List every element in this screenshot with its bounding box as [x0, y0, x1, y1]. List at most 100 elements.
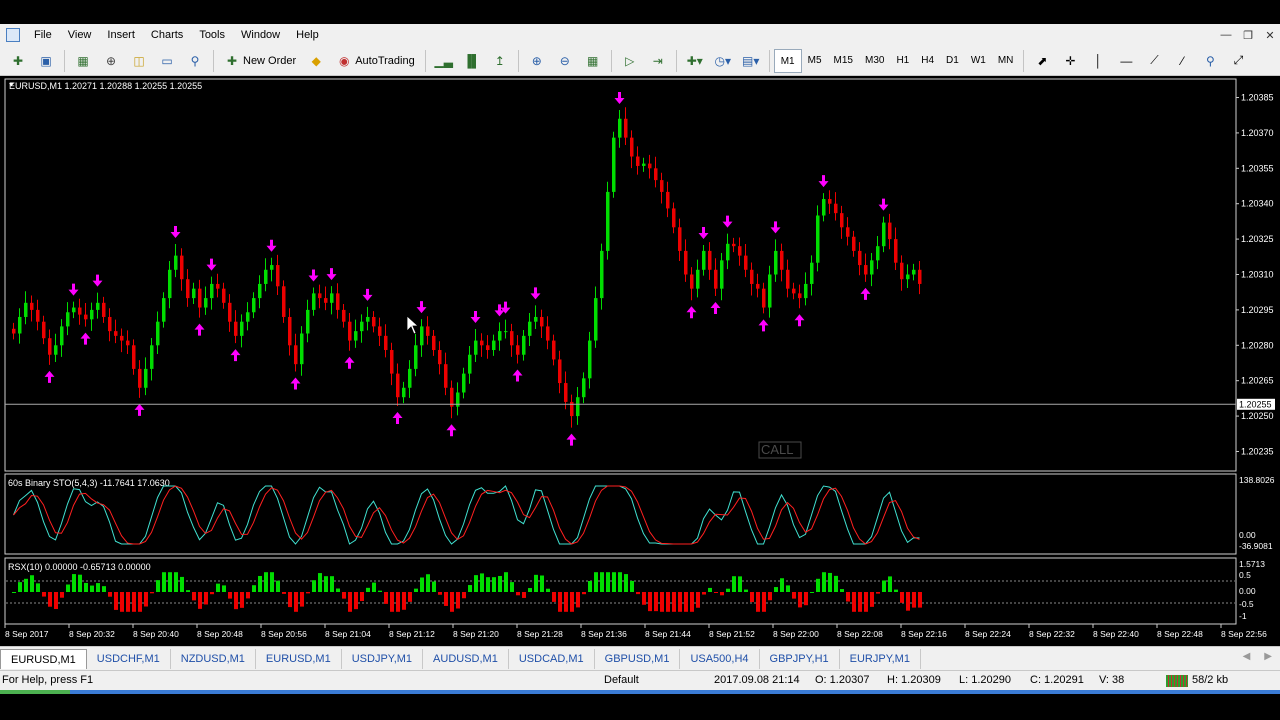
bar-chart-button[interactable]: ▁▃ [432, 49, 456, 73]
signal-arrows [44, 92, 889, 446]
tab-gbpjpy-h1[interactable]: GBPJPY,H1 [760, 648, 840, 669]
taskbar-blue-line [0, 690, 1280, 694]
tab-usdjpy-m1[interactable]: USDJPY,M1 [342, 648, 424, 669]
tab-usdchf-m1[interactable]: USDCHF,M1 [87, 648, 171, 669]
horizontal-line-button[interactable]: — [1114, 49, 1138, 73]
tab-usdcad-m1[interactable]: USDCAD,M1 [509, 648, 595, 669]
autotrading-icon: ◉ [338, 53, 350, 68]
rsx-bar [330, 576, 334, 592]
vertical-line-button[interactable]: │ [1086, 49, 1110, 73]
search-button[interactable]: ⚲ [1198, 49, 1222, 73]
rsx-bar [36, 583, 40, 592]
rsx-bar [546, 588, 550, 592]
trendline-button[interactable]: ⟋ [1142, 49, 1166, 73]
restore-icon[interactable]: ❐ [1242, 29, 1254, 42]
rsx-bar [810, 592, 814, 593]
timeframe-m5[interactable]: M5 [802, 49, 828, 73]
tab-eurusd-m1[interactable]: EURUSD,M1 [0, 648, 87, 669]
tab-eurusd-m1-2[interactable]: EURUSD,M1 [256, 648, 342, 669]
market-watch-button[interactable]: ▦ [71, 49, 95, 73]
tester-button[interactable]: ⚲ [183, 49, 207, 73]
trendline-icon: ⟋ [1150, 53, 1159, 67]
candle-body [156, 321, 160, 346]
rsx-bar [162, 572, 166, 592]
rsx-bar [174, 572, 178, 592]
metaeditor-button[interactable]: ◆ [304, 49, 328, 73]
periods-button[interactable]: ◷▾ [711, 49, 735, 73]
tab-nzdusd-m1[interactable]: NZDUSD,M1 [171, 648, 256, 669]
menu-insert[interactable]: Insert [99, 24, 143, 46]
candlestick-button[interactable]: ▐▌ [460, 49, 484, 73]
tab-scroll-left-icon[interactable]: ◀ [1243, 651, 1251, 662]
line-chart-button[interactable]: ↥ [488, 49, 512, 73]
auto-scroll-button[interactable]: ▷ [618, 49, 642, 73]
rsx-bar [780, 578, 784, 592]
menu-charts[interactable]: Charts [143, 24, 191, 46]
rsx-bar [774, 587, 778, 592]
minimize-icon[interactable]: — [1220, 29, 1232, 41]
timeframe-h1[interactable]: H1 [890, 49, 915, 73]
time-label: 8 Sep 22:08 [837, 629, 883, 639]
chart-window[interactable]: EURUSD,M1 1.20271 1.20288 1.20255 1.2025… [0, 76, 1280, 646]
chart-shift-button[interactable]: ⇥ [646, 49, 670, 73]
menu-view[interactable]: View [60, 24, 100, 46]
tab-audusd-m1[interactable]: AUDUSD,M1 [423, 648, 509, 669]
new-chart-button[interactable]: ✚ [6, 49, 30, 73]
menu-tools[interactable]: Tools [191, 24, 233, 46]
tab-gbpusd-m1[interactable]: GBPUSD,M1 [595, 648, 681, 669]
templates-button[interactable]: ▤▾ [739, 49, 763, 73]
timeframe-m30[interactable]: M30 [859, 49, 890, 73]
candle-body [576, 397, 580, 417]
menu-file[interactable]: File [26, 24, 60, 46]
timeframe-w1[interactable]: W1 [965, 49, 992, 73]
data-window-button[interactable]: ⊕ [99, 49, 123, 73]
terminal-button[interactable]: ▭ [155, 49, 179, 73]
zoom-in-button[interactable]: ⊕ [525, 49, 549, 73]
menu-window[interactable]: Window [233, 24, 288, 46]
candle-body [174, 255, 178, 270]
new-order-button[interactable]: ✚ New Order [220, 49, 300, 73]
candle-body [732, 243, 736, 247]
close-icon[interactable]: ✕ [1264, 29, 1276, 42]
tab-scroll-right-icon[interactable]: ▶ [1264, 651, 1272, 662]
profiles-button[interactable]: ▣ [34, 49, 58, 73]
tab-eurjpy-m1[interactable]: EURJPY,M1 [840, 648, 921, 669]
menu-bar: File View Insert Charts Tools Window Hel… [0, 24, 1280, 46]
status-high: H: 1.20309 [887, 674, 941, 686]
sell-arrow-icon [614, 92, 625, 105]
window-controls: — ❐ ✕ [1220, 24, 1276, 46]
candle-body [762, 288, 766, 308]
rsx-bar [282, 592, 286, 594]
timeframe-m15[interactable]: M15 [828, 49, 859, 73]
time-label: 8 Sep 22:00 [773, 629, 819, 639]
crosshair-button[interactable]: ✛ [1058, 49, 1082, 73]
tile-windows-button[interactable]: ▦ [581, 49, 605, 73]
candle-body [234, 321, 238, 336]
buy-arrow-icon [794, 314, 805, 327]
chart-canvas[interactable]: EURUSD,M1 1.20271 1.20288 1.20255 1.2025… [0, 76, 1280, 646]
menu-help[interactable]: Help [288, 24, 327, 46]
status-traffic: 58/2 kb [1192, 674, 1229, 686]
cursor-button[interactable]: ⬈ [1030, 49, 1054, 73]
candle-body [390, 350, 394, 374]
navigator-button[interactable]: ◫ [127, 49, 151, 73]
auto-scroll-icon: ▷ [625, 53, 635, 68]
rsx-bar [150, 592, 154, 594]
channel-button[interactable]: ⁄ [1170, 49, 1194, 73]
candle-body [606, 191, 610, 251]
autotrading-button[interactable]: ◉ AutoTrading [332, 49, 419, 73]
tab-usa500-h4[interactable]: USA500,H4 [680, 648, 760, 669]
timeframe-d1[interactable]: D1 [940, 49, 965, 73]
rsx-bar [324, 576, 328, 592]
rsx-bar [570, 592, 574, 612]
timeframe-h4[interactable]: H4 [915, 49, 940, 73]
fullscreen-button[interactable]: ⤢ [1226, 49, 1250, 73]
candle-body [648, 163, 652, 169]
rsx-bar [222, 585, 226, 592]
timeframe-mn[interactable]: MN [992, 49, 1020, 73]
indicator1-header: 60s Binary STO(5,4,3) -11.7641 17.0630 [8, 478, 170, 488]
timeframe-m1[interactable]: M1 [773, 48, 802, 73]
candles [12, 107, 922, 428]
zoom-out-button[interactable]: ⊖ [553, 49, 577, 73]
indicators-button[interactable]: ✚▾ [683, 49, 707, 73]
